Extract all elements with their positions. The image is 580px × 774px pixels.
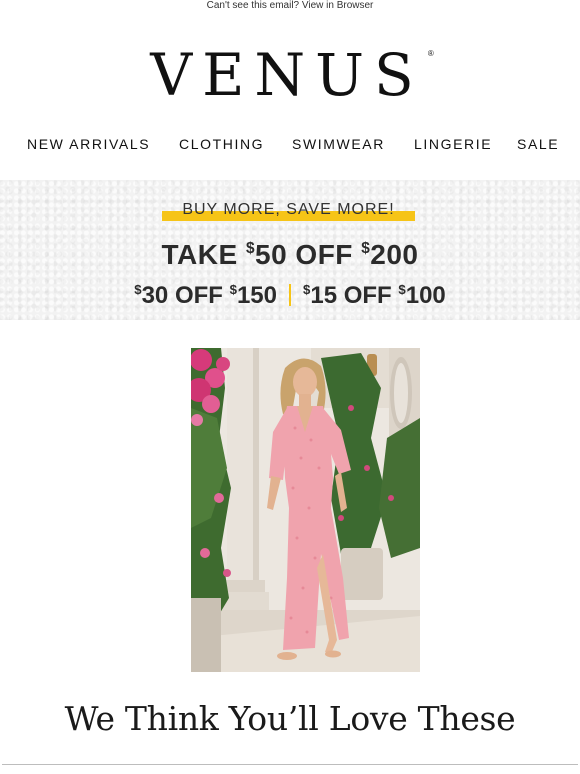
nav-sale[interactable]: SALE [517,135,559,153]
nav-clothing[interactable]: CLOTHING [179,135,264,153]
registered-mark: ® [427,49,434,58]
hero-image[interactable] [191,348,420,672]
hero-photo [191,348,420,672]
tagline-text: BUY MORE, SAVE MORE! [182,201,395,218]
main-nav: NEW ARRIVALS CLOTHING SWIMWEAR LINGERIE … [0,135,580,155]
view-in-browser-link[interactable]: Can't see this email? View in Browser [0,0,580,14]
promo-tagline: BUY MORE, SAVE MORE! [162,199,415,221]
nav-lingerie[interactable]: LINGERIE [414,135,492,153]
logo-text: VENUS [150,41,424,109]
section-title: We Think You’ll Love These [64,699,516,738]
nav-new-arrivals[interactable]: NEW ARRIVALS [27,135,150,153]
venus-logo[interactable]: VENUS ® [0,44,580,106]
offer-tier-2: $30 OFF $150 [134,282,277,310]
section-divider [2,764,578,765]
nav-swimwear[interactable]: SWIMWEAR [292,135,385,153]
offer-tier-3: $15 OFF $100 [303,282,446,310]
promo-main-offer: TAKE $50 OFF $200 [161,238,419,270]
offer-divider [289,284,291,307]
promo-banner[interactable]: BUY MORE, SAVE MORE! TAKE $50 OFF $200 $… [0,180,580,320]
promo-secondary-offers: $30 OFF $150 $15 OFF $100 [0,275,580,311]
